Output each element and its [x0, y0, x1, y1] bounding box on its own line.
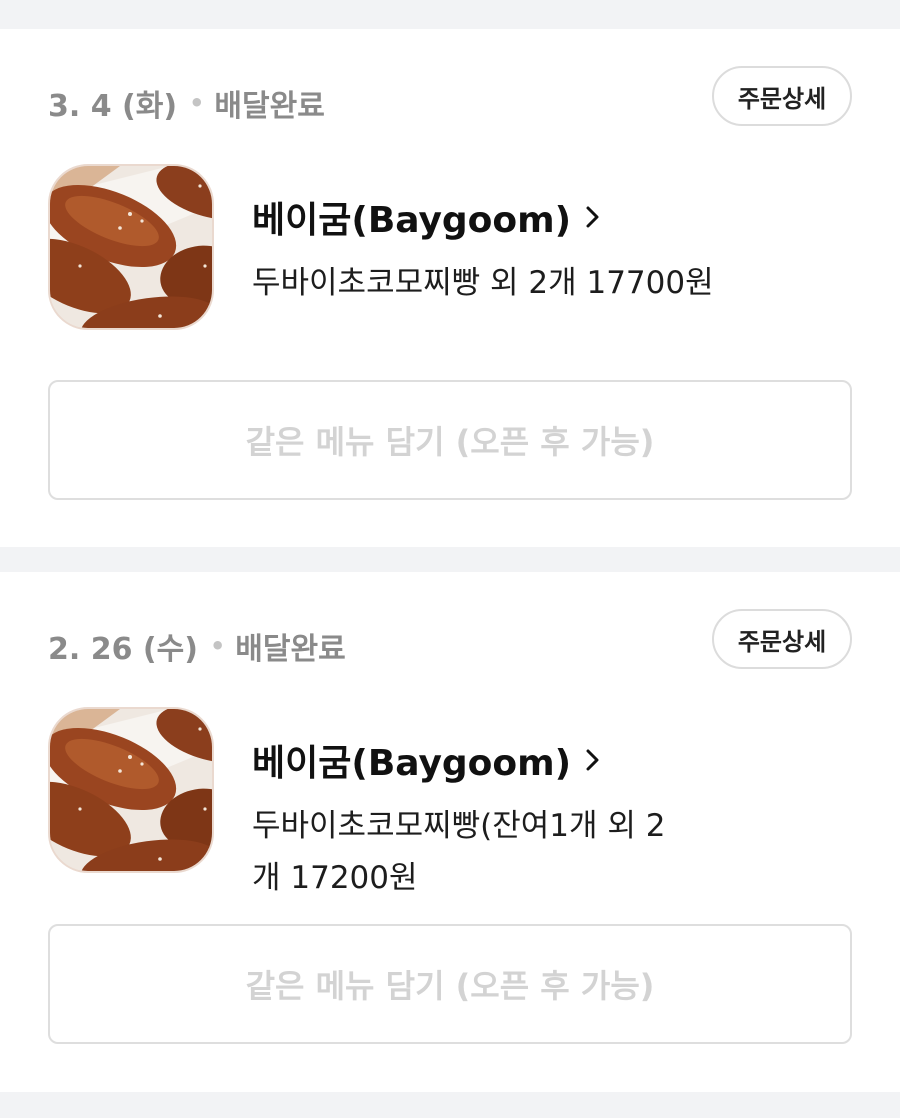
- store-thumbnail[interactable]: [48, 164, 214, 330]
- separator-dot: •: [189, 89, 205, 117]
- order-detail-button[interactable]: 주문상세: [712, 609, 852, 669]
- bread-image: [50, 166, 212, 328]
- order-card: 2. 26 (수) • 배달완료 주문상세 베이굼(Baygoom) 두바이초코…: [0, 572, 900, 1092]
- order-status: 배달완료: [235, 632, 346, 667]
- reorder-button[interactable]: 같은 메뉴 담기 (오픈 후 가능): [48, 380, 852, 500]
- store-name: 베이굼(Baygoom): [252, 743, 572, 784]
- order-meta: 3. 4 (화) • 배달완료: [48, 81, 325, 125]
- order-status: 배달완료: [214, 89, 325, 124]
- order-date: 3. 4 (화): [48, 89, 178, 124]
- separator-dot: •: [209, 632, 226, 660]
- store-link[interactable]: 베이굼(Baygoom): [252, 191, 601, 243]
- order-card: 3. 4 (화) • 배달완료 주문상세 베이굼(Baygoom) 두바이초코모…: [0, 29, 900, 547]
- reorder-button[interactable]: 같은 메뉴 담기 (오픈 후 가능): [48, 924, 852, 1044]
- order-summary: 두바이초코모찌빵 외 2개 17700원: [252, 265, 714, 301]
- order-meta: 2. 26 (수) • 배달완료: [48, 624, 346, 668]
- order-summary: 두바이초코모찌빵(잔여1개 외 2개 17200원: [252, 808, 666, 896]
- store-link[interactable]: 베이굼(Baygoom): [252, 734, 601, 786]
- order-detail-button[interactable]: 주문상세: [712, 66, 852, 126]
- chevron-right-icon: [585, 748, 601, 772]
- bread-image: [50, 709, 212, 871]
- store-name: 베이굼(Baygoom): [252, 200, 572, 241]
- order-date: 2. 26 (수): [48, 632, 198, 667]
- chevron-right-icon: [585, 205, 601, 229]
- store-thumbnail[interactable]: [48, 707, 214, 873]
